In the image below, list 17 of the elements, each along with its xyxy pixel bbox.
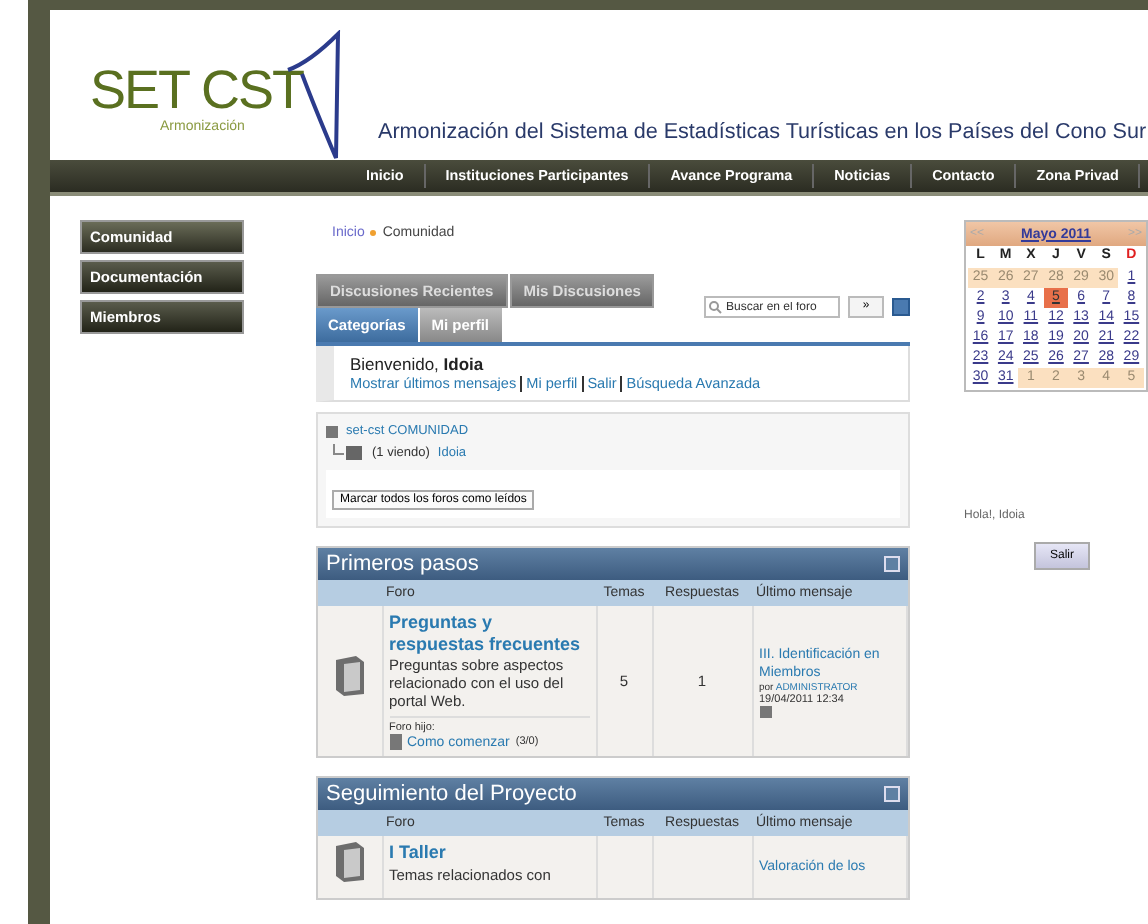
- site-title: Armonización del Sistema de Estadísticas Turísticas en los Países del Cono Sur: [378, 120, 1147, 144]
- group-icon: [326, 425, 338, 437]
- logo-text: SET CST: [90, 60, 304, 120]
- forum-icon: [331, 654, 368, 698]
- category-title: Seguimiento del Proyecto: [326, 782, 577, 806]
- collapse-icon[interactable]: [892, 298, 910, 316]
- bullet-icon: [370, 229, 377, 235]
- jump-icon[interactable]: [759, 705, 771, 717]
- forum-title-link[interactable]: I Taller: [389, 842, 589, 863]
- forum-icon: [331, 840, 368, 884]
- category-title: Primeros pasos: [326, 552, 479, 576]
- forum-icon: [389, 734, 401, 750]
- welcome-text: Bienvenido, Idoia: [350, 354, 486, 374]
- forum-title-link[interactable]: Preguntas y respuestas frecuentes: [389, 612, 589, 654]
- column-header: [318, 810, 382, 836]
- tree-users-icon: [332, 444, 364, 462]
- column-header: [318, 580, 382, 606]
